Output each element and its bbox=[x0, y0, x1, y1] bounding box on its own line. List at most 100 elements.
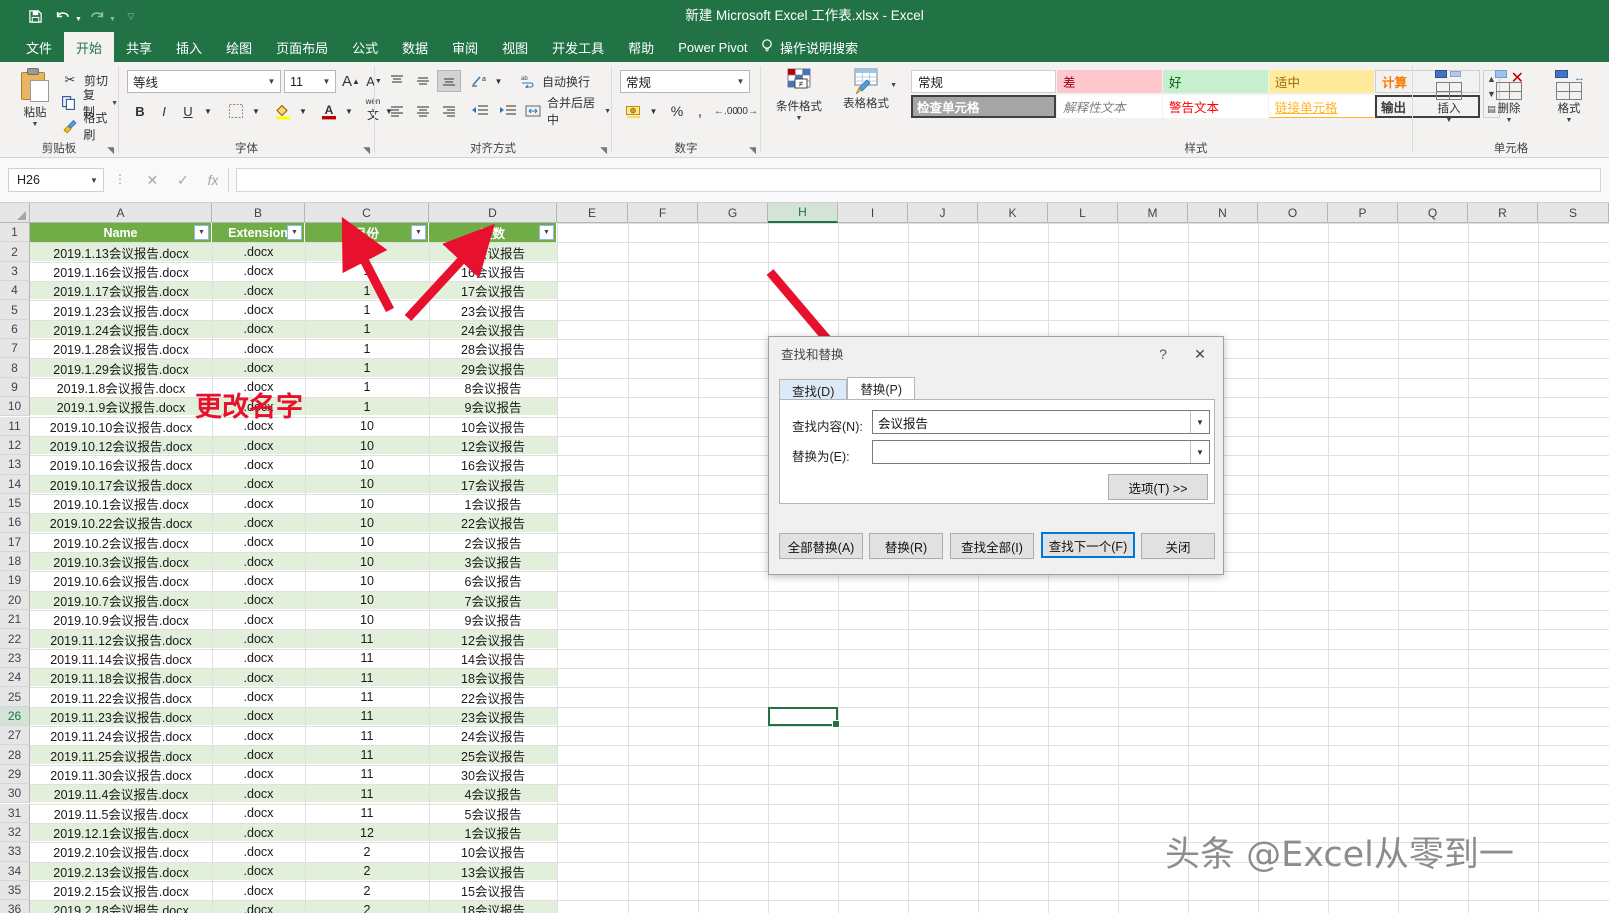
number-format-combo[interactable]: 常规 ▼ bbox=[620, 70, 750, 93]
accounting-format-button[interactable] bbox=[622, 100, 646, 122]
table-cell[interactable]: .docx bbox=[212, 300, 305, 319]
table-cell[interactable]: 8会议报告 bbox=[429, 378, 557, 397]
table-cell[interactable]: .docx bbox=[212, 687, 305, 706]
table-cell[interactable]: 2019.1.24会议报告.docx bbox=[30, 320, 212, 339]
table-cell[interactable]: 10 bbox=[305, 591, 429, 610]
table-cell[interactable]: .docx bbox=[212, 533, 305, 552]
tell-me-box[interactable]: 操作说明搜索 bbox=[760, 32, 858, 62]
table-cell[interactable]: 2会议报告 bbox=[429, 533, 557, 552]
row-header-5[interactable]: 5 bbox=[0, 300, 30, 320]
insert-function-icon[interactable]: fx bbox=[208, 172, 219, 188]
row-header-15[interactable]: 15 bbox=[0, 493, 30, 514]
table-cell[interactable]: 2019.2.10会议报告.docx bbox=[30, 842, 212, 861]
style-neutral[interactable]: 适中 bbox=[1269, 70, 1374, 93]
table-cell[interactable]: 28会议报告 bbox=[429, 339, 557, 358]
select-all-corner[interactable] bbox=[0, 203, 30, 223]
formula-input[interactable] bbox=[236, 168, 1601, 192]
row-header-14[interactable]: 14 bbox=[0, 474, 30, 494]
table-cell[interactable]: 2019.11.4会议报告.docx bbox=[30, 784, 212, 803]
table-cell[interactable]: 1 bbox=[305, 262, 429, 281]
table-cell[interactable]: 30会议报告 bbox=[429, 765, 557, 784]
table-cell[interactable]: .docx bbox=[212, 823, 305, 842]
table-cell[interactable]: 10 bbox=[305, 455, 429, 474]
close-button[interactable]: 关闭 bbox=[1141, 533, 1215, 559]
table-cell[interactable]: 2019.11.22会议报告.docx bbox=[30, 687, 212, 706]
table-cell[interactable]: .docx bbox=[212, 862, 305, 881]
table-cell[interactable]: 10 bbox=[305, 494, 429, 513]
ribbon-tab-8[interactable]: 审阅 bbox=[440, 32, 490, 62]
column-header-O[interactable]: O bbox=[1258, 203, 1328, 223]
style-linked-cell[interactable]: 链接单元格 bbox=[1269, 95, 1374, 118]
row-header-31[interactable]: 31 bbox=[0, 803, 30, 823]
align-center-button[interactable] bbox=[411, 100, 435, 122]
table-cell[interactable]: 22会议报告 bbox=[429, 687, 557, 706]
row-header-12[interactable]: 12 bbox=[0, 435, 30, 456]
table-cell[interactable]: 10会议报告 bbox=[429, 417, 557, 436]
table-cell[interactable]: .docx bbox=[212, 262, 305, 281]
table-cell[interactable]: .docx bbox=[212, 242, 305, 261]
cancel-entry-icon[interactable]: ✕ bbox=[146, 172, 158, 189]
row-header-7[interactable]: 7 bbox=[0, 339, 30, 359]
column-header-Q[interactable]: Q bbox=[1398, 203, 1468, 223]
table-cell[interactable]: 17会议报告 bbox=[429, 281, 557, 300]
decrease-decimal-button[interactable]: .00→ bbox=[734, 100, 758, 122]
ribbon-tab-10[interactable]: 开发工具 bbox=[540, 32, 616, 62]
column-header-S[interactable]: S bbox=[1538, 203, 1609, 223]
table-cell[interactable]: 14会议报告 bbox=[429, 649, 557, 668]
align-bottom-button[interactable] bbox=[437, 70, 461, 92]
find-input[interactable]: 会议报告 ▼ bbox=[872, 410, 1210, 434]
percent-format-button[interactable]: % bbox=[666, 100, 688, 122]
table-cell[interactable]: .docx bbox=[212, 610, 305, 629]
table-cell[interactable]: 10 bbox=[305, 610, 429, 629]
increase-font-size-button[interactable]: A ▲ bbox=[340, 70, 362, 92]
options-button[interactable]: 选项(T) >> bbox=[1108, 474, 1208, 500]
table-cell[interactable]: 2019.10.3会议报告.docx bbox=[30, 552, 212, 571]
row-header-28[interactable]: 28 bbox=[0, 745, 30, 765]
replace-button[interactable]: 替换(R) bbox=[869, 533, 943, 559]
borders-dropdown-icon[interactable]: ▼ bbox=[249, 100, 263, 122]
table-cell[interactable]: 1会议报告 bbox=[429, 823, 557, 842]
tab-find[interactable]: 查找(D) bbox=[779, 379, 848, 400]
orientation-button[interactable]: a bbox=[467, 70, 491, 92]
ribbon-tab-2[interactable]: 共享 bbox=[114, 32, 164, 62]
replace-all-button[interactable]: 全部替换(A) bbox=[779, 533, 863, 559]
table-cell[interactable]: 6会议报告 bbox=[429, 571, 557, 590]
table-header-cell[interactable]: Name bbox=[30, 223, 212, 243]
table-cell[interactable]: 2019.11.24会议报告.docx bbox=[30, 726, 212, 745]
row-header-36[interactable]: 36 bbox=[0, 900, 30, 913]
row-header-32[interactable]: 32 bbox=[0, 822, 30, 843]
chevron-down-icon[interactable]: ▼ bbox=[263, 71, 280, 92]
table-cell[interactable]: 12 bbox=[305, 823, 429, 842]
table-cell[interactable]: 2019.2.15会议报告.docx bbox=[30, 881, 212, 900]
conditional-format-dropdown-icon[interactable]: ▼ bbox=[796, 115, 803, 122]
table-cell[interactable]: 5会议报告 bbox=[429, 804, 557, 823]
wrap-text-button[interactable]: ab 自动换行 bbox=[520, 71, 590, 91]
ribbon-tab-7[interactable]: 数据 bbox=[390, 32, 440, 62]
format-painter-button[interactable]: 格式刷 bbox=[62, 111, 118, 142]
table-cell[interactable]: .docx bbox=[212, 513, 305, 532]
comma-format-button[interactable]: , bbox=[690, 100, 710, 122]
table-cell[interactable]: 10 bbox=[305, 475, 429, 494]
table-cell[interactable]: 1 bbox=[305, 281, 429, 300]
accounting-dropdown-icon[interactable]: ▼ bbox=[647, 100, 660, 122]
table-cell[interactable]: 22会议报告 bbox=[429, 513, 557, 532]
table-cell[interactable]: 2019.10.10会议报告.docx bbox=[30, 417, 212, 436]
table-cell[interactable]: 2019.10.1会议报告.docx bbox=[30, 494, 212, 513]
table-cell[interactable]: .docx bbox=[212, 281, 305, 300]
table-cell[interactable]: 9会议报告 bbox=[429, 610, 557, 629]
decrease-indent-button[interactable] bbox=[467, 100, 493, 122]
column-header-L[interactable]: L bbox=[1048, 203, 1118, 223]
row-header-13[interactable]: 13 bbox=[0, 455, 30, 475]
table-cell[interactable]: 12会议报告 bbox=[429, 629, 557, 648]
merge-center-button[interactable]: 合并后居中 ▼ bbox=[525, 96, 611, 127]
borders-button[interactable] bbox=[224, 100, 248, 122]
table-cell[interactable]: .docx bbox=[212, 804, 305, 823]
row-header-35[interactable]: 35 bbox=[0, 880, 30, 901]
bold-button[interactable]: B bbox=[129, 100, 151, 122]
find-next-button[interactable]: 查找下一个(F) bbox=[1041, 532, 1135, 558]
table-cell[interactable]: 2019.2.18会议报告.docx bbox=[30, 900, 212, 913]
row-header-16[interactable]: 16 bbox=[0, 513, 30, 533]
row-header-10[interactable]: 10 bbox=[0, 397, 30, 417]
column-header-B[interactable]: B bbox=[212, 203, 305, 223]
column-header-I[interactable]: I bbox=[838, 203, 908, 223]
